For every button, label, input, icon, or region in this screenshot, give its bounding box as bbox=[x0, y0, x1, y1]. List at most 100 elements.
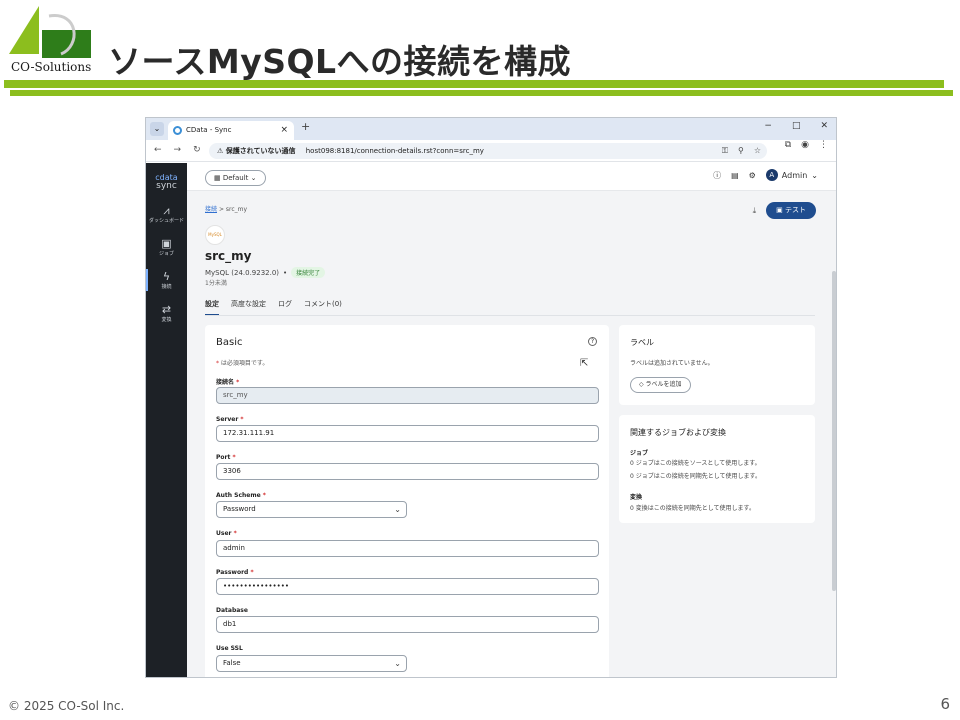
connection-meta: MySQL (24.0.9232.0) • 接続完了 bbox=[205, 267, 326, 278]
jobs-heading: ジョブ bbox=[630, 450, 649, 457]
breadcrumb-separator: > bbox=[218, 206, 224, 213]
chevron-down-icon: ⌄ bbox=[394, 505, 401, 514]
server-label-text: Server bbox=[216, 416, 239, 423]
sidebar-item-dashboard[interactable]: ⩘ ダッシュボード bbox=[146, 205, 187, 225]
help-icon[interactable]: ⓘ bbox=[713, 170, 721, 181]
tab-advanced[interactable]: 高度な設定 bbox=[231, 299, 266, 316]
avatar: A bbox=[765, 169, 778, 181]
tab-comments[interactable]: コメント(0) bbox=[304, 299, 342, 316]
co-solutions-logo: CO-Solutions bbox=[9, 6, 91, 76]
key-icon[interactable]: ⚿ bbox=[722, 143, 728, 159]
slide-title: ソースMySQLへの接続を構成 bbox=[108, 42, 572, 81]
url-text: host098:8181/connection-details.rst?conn… bbox=[305, 147, 484, 155]
reload-icon[interactable]: ↻ bbox=[193, 145, 201, 155]
use-ssl-label: Use SSL bbox=[216, 645, 243, 652]
sidebar-item-label: 変換 bbox=[161, 317, 172, 323]
labels-empty-text: ラベルは追加されていません。 bbox=[630, 360, 714, 367]
user-label-text: User bbox=[216, 530, 232, 537]
footer-copyright: © 2025 CO-Sol Inc. bbox=[8, 699, 125, 713]
connection-name-field[interactable]: src_my bbox=[216, 387, 599, 404]
connection-tabs: 設定 高度な設定 ログ コメント(0) bbox=[205, 299, 342, 316]
meta-dot: • bbox=[283, 268, 288, 277]
minimize-icon[interactable]: − bbox=[764, 121, 772, 131]
port-field[interactable]: 3306 bbox=[216, 463, 599, 480]
workspace-selector[interactable]: ▦ Default ⌄ bbox=[205, 170, 266, 186]
user-label: User * bbox=[216, 530, 237, 537]
labels-card: ラベル ラベルは追加されていません。 ◇ ラベルを追加 bbox=[619, 325, 815, 405]
port-label-text: Port bbox=[216, 454, 231, 461]
url-actions: ⚿ ⚲ ☆ bbox=[722, 143, 761, 159]
tab-logs[interactable]: ログ bbox=[278, 299, 292, 316]
add-label-button[interactable]: ◇ ラベルを追加 bbox=[630, 377, 691, 393]
use-ssl-value: False bbox=[223, 659, 241, 667]
sidebar-item-transforms[interactable]: ⇄ 変換 bbox=[146, 304, 187, 324]
header-actions: ⓘ ▤ ⚙ A Admin ⌄ bbox=[713, 169, 818, 181]
related-title: 関連するジョブおよび変換 bbox=[630, 428, 726, 437]
required-note: * は必須項目です。 bbox=[216, 358, 268, 367]
name-label: 接続名 * bbox=[216, 379, 240, 386]
test-connection-button[interactable]: ▣ テスト bbox=[766, 202, 816, 219]
auth-scheme-label: Auth Scheme * bbox=[216, 492, 266, 499]
database-label: Database bbox=[216, 607, 248, 614]
docs-icon[interactable]: ▤ bbox=[731, 171, 739, 180]
gear-icon[interactable]: ⚙ bbox=[749, 171, 756, 180]
app-sidebar: cdata sync ⩘ ダッシュボード ▣ ジョブ ϟ 接続 ⇄ 変換 bbox=[146, 163, 187, 677]
close-tab-icon[interactable]: × bbox=[280, 121, 288, 140]
back-icon[interactable]: ← bbox=[154, 145, 162, 155]
sidebar-item-jobs[interactable]: ▣ ジョブ bbox=[146, 238, 187, 258]
forward-icon[interactable]: → bbox=[174, 145, 182, 155]
maximize-icon[interactable]: □ bbox=[792, 121, 801, 131]
tab-search-icon[interactable]: ⌄ bbox=[150, 122, 164, 136]
password-label: Password * bbox=[216, 569, 254, 576]
user-menu[interactable]: A Admin ⌄ bbox=[765, 169, 818, 181]
browser-window: ⌄ CData - Sync × + − □ ✕ ← → ↻ ⚠ 保護されていな… bbox=[145, 117, 837, 678]
breadcrumb-current: src_my bbox=[225, 206, 248, 213]
tab-divider bbox=[205, 315, 815, 316]
transforms-dest-text: 0 変換はこの接続を同期先として使用します。 bbox=[630, 505, 755, 512]
brand-bottom: sync bbox=[156, 181, 177, 191]
sidebar-item-label: ダッシュボード bbox=[148, 218, 184, 224]
security-warning[interactable]: ⚠ 保護されていない通信 bbox=[217, 147, 296, 155]
auth-scheme-value: Password bbox=[223, 505, 256, 513]
breadcrumb-connections-link[interactable]: 接続 bbox=[205, 206, 217, 213]
required-note-text: は必須項目です。 bbox=[220, 360, 269, 367]
page-actions: ⤓ ▣ テスト bbox=[753, 202, 816, 219]
close-window-icon[interactable]: ✕ bbox=[820, 121, 828, 131]
auth-label-text: Auth Scheme bbox=[216, 492, 261, 499]
nav-buttons: ← → ↻ bbox=[154, 145, 201, 155]
database-field[interactable]: db1 bbox=[216, 616, 599, 633]
tab-settings[interactable]: 設定 bbox=[205, 299, 219, 316]
extensions-icon[interactable]: ⧉ bbox=[785, 140, 791, 150]
help-icon[interactable]: ? bbox=[588, 337, 597, 346]
status-badge: 接続完了 bbox=[291, 267, 326, 278]
user-field[interactable]: admin bbox=[216, 540, 599, 557]
mouse-cursor-icon: ⇱ bbox=[580, 358, 589, 369]
scrollbar[interactable] bbox=[832, 271, 836, 591]
password-label-text: Password bbox=[216, 569, 249, 576]
basic-settings-card: Basic ? * は必須項目です。 接続名 * src_my Server *… bbox=[205, 325, 609, 677]
slide: CO-Solutions ソースMySQLへの接続を構成 ⌄ CData - S… bbox=[0, 0, 960, 720]
header-rule bbox=[4, 80, 944, 88]
zoom-icon[interactable]: ⚲ bbox=[738, 143, 744, 159]
jobs-source-text: 0 ジョブはこの接続をソースとして使用します。 bbox=[630, 460, 761, 467]
port-label: Port * bbox=[216, 454, 236, 461]
sidebar-item-label: ジョブ bbox=[158, 251, 174, 257]
plug-icon: ϟ bbox=[162, 270, 171, 283]
url-field[interactable]: ⚠ 保護されていない通信 host098:8181/connection-det… bbox=[209, 143, 767, 159]
password-field[interactable]: •••••••••••••••• bbox=[216, 578, 599, 595]
star-icon[interactable]: ☆ bbox=[754, 143, 761, 159]
test-button-label: テスト bbox=[785, 206, 806, 214]
new-tab-button[interactable]: + bbox=[301, 120, 310, 133]
auth-scheme-select[interactable]: Password ⌄ bbox=[216, 501, 407, 518]
server-field[interactable]: 172.31.111.91 bbox=[216, 425, 599, 442]
profile-icon[interactable]: ◉ bbox=[801, 140, 809, 150]
menu-icon[interactable]: ⋮ bbox=[819, 140, 828, 150]
mysql-logo-icon: MySQL bbox=[205, 225, 225, 245]
sidebar-item-connections[interactable]: ϟ 接続 bbox=[146, 269, 187, 291]
header-rule-2 bbox=[10, 90, 953, 96]
download-icon[interactable]: ⤓ bbox=[753, 206, 757, 216]
browser-tab[interactable]: CData - Sync × bbox=[168, 121, 294, 140]
use-ssl-select[interactable]: False ⌄ bbox=[216, 655, 407, 672]
jobs-dest-text: 0 ジョブはこの接続を同期先として使用します。 bbox=[630, 473, 761, 480]
logo-text: CO-Solutions bbox=[11, 60, 92, 74]
